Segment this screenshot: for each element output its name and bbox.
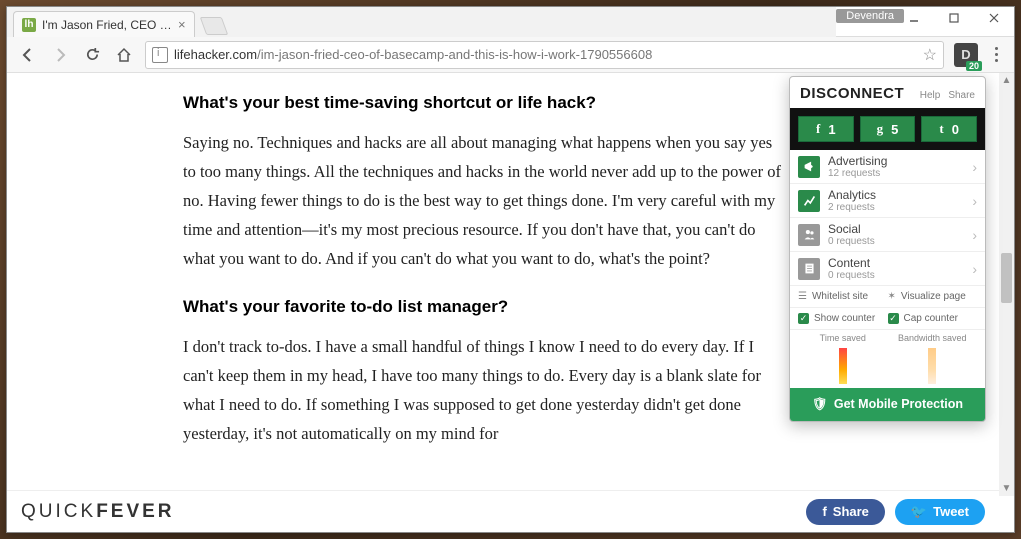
window-controls (894, 7, 1014, 29)
category-advertising[interactable]: Advertising12 requests › (790, 150, 985, 184)
close-button[interactable] (974, 7, 1014, 29)
toolbar: lifehacker.com/im-jason-fried-ceo-of-bas… (7, 37, 1014, 73)
facebook-tracker-chip[interactable]: f1 (798, 116, 854, 142)
show-counter-toggle[interactable]: ✓Show counter (798, 313, 888, 324)
bottom-bar: QUICKFEVER fShare 🐦Tweet (7, 490, 999, 532)
google-icon: g (877, 121, 884, 137)
twitter-icon: t (939, 121, 943, 137)
url-text: lifehacker.com/im-jason-fried-ceo-of-bas… (174, 47, 652, 62)
disconnect-popup: DISCONNECT Help Share f1 g5 t0 Advertisi… (789, 76, 986, 422)
extension-letter: D (961, 47, 970, 62)
article-heading-1: What's your best time-saving shortcut or… (183, 93, 787, 113)
facebook-icon: f (816, 121, 820, 137)
bandwidth-saved-bar (928, 348, 936, 384)
checkbox-checked-icon: ✓ (798, 313, 809, 324)
category-content[interactable]: Content0 requests › (790, 252, 985, 286)
popup-title: DISCONNECT (800, 85, 904, 102)
popup-help-link[interactable]: Help (920, 90, 941, 101)
popup-header: DISCONNECT Help Share (790, 77, 985, 108)
megaphone-icon (798, 156, 820, 178)
page-viewport: What's your best time-saving shortcut or… (7, 73, 1014, 532)
extension-badge: 20 (966, 61, 982, 71)
bookmark-star-icon[interactable]: ☆ (923, 45, 937, 65)
chevron-right-icon: › (972, 261, 977, 277)
site-brand: QUICKFEVER (21, 501, 175, 523)
graph-icon: ✶ (888, 291, 896, 302)
tab-strip: lh I'm Jason Fried, CEO of B × (7, 7, 836, 37)
browser-window: lh I'm Jason Fried, CEO of B × Devendra … (6, 6, 1015, 533)
forward-button[interactable] (45, 40, 75, 70)
back-button[interactable] (13, 40, 43, 70)
article-paragraph-2: I don't track to-dos. I have a small han… (183, 333, 787, 449)
browser-tab[interactable]: lh I'm Jason Fried, CEO of B × (13, 11, 195, 37)
article-paragraph-1: Saying no. Techniques and hacks are all … (183, 129, 787, 273)
titlebar: lh I'm Jason Fried, CEO of B × Devendra (7, 7, 1014, 37)
tab-favicon: lh (22, 18, 36, 32)
article-content: What's your best time-saving shortcut or… (7, 73, 787, 532)
disconnect-extension-button[interactable]: D 20 (954, 43, 978, 67)
popup-social-row: f1 g5 t0 (790, 108, 985, 150)
people-icon (798, 224, 820, 246)
scrollbar[interactable]: ▲ ▼ (999, 73, 1014, 496)
google-tracker-chip[interactable]: g5 (860, 116, 916, 142)
scroll-up-icon[interactable]: ▲ (999, 73, 1014, 88)
savings-row: Time saved Bandwidth saved (790, 330, 985, 388)
chevron-right-icon: › (972, 193, 977, 209)
scrollbar-thumb[interactable] (1001, 253, 1012, 303)
visualize-page-button[interactable]: ✶Visualize page (888, 291, 978, 302)
cap-counter-toggle[interactable]: ✓Cap counter (888, 313, 978, 324)
whitelist-site-button[interactable]: ☰Whitelist site (798, 291, 888, 302)
site-info-icon[interactable] (152, 47, 168, 63)
checkbox-checked-icon: ✓ (888, 313, 899, 324)
twitter-tracker-chip[interactable]: t0 (921, 116, 977, 142)
shield-icon: 🛡 (812, 397, 828, 412)
twitter-icon: 🐦 (911, 504, 927, 520)
share-buttons: fShare 🐦Tweet (806, 499, 985, 525)
category-analytics[interactable]: Analytics2 requests › (790, 184, 985, 218)
maximize-button[interactable] (934, 7, 974, 29)
reload-button[interactable] (77, 40, 107, 70)
twitter-tweet-button[interactable]: 🐦Tweet (895, 499, 985, 525)
chevron-right-icon: › (972, 159, 977, 175)
scroll-down-icon[interactable]: ▼ (999, 481, 1014, 496)
options-row-2: ✓Show counter ✓Cap counter (790, 308, 985, 330)
category-social[interactable]: Social0 requests › (790, 218, 985, 252)
facebook-icon: f (822, 504, 826, 519)
get-mobile-protection-button[interactable]: 🛡Get Mobile Protection (790, 388, 985, 421)
list-icon: ☰ (798, 291, 807, 302)
tab-close-icon[interactable]: × (178, 17, 186, 32)
bandwidth-saved-column: Bandwidth saved (888, 334, 978, 386)
time-saved-bar (839, 348, 847, 384)
time-saved-column: Time saved (798, 334, 888, 386)
minimize-button[interactable] (894, 7, 934, 29)
home-button[interactable] (109, 40, 139, 70)
category-list: Advertising12 requests › Analytics2 requ… (790, 150, 985, 286)
document-icon (798, 258, 820, 280)
chart-icon (798, 190, 820, 212)
facebook-share-button[interactable]: fShare (806, 499, 884, 525)
options-row-1: ☰Whitelist site ✶Visualize page (790, 286, 985, 308)
popup-share-link[interactable]: Share (948, 90, 975, 101)
article-heading-2: What's your favorite to-do list manager? (183, 297, 787, 317)
chrome-menu-button[interactable] (984, 47, 1008, 62)
chevron-right-icon: › (972, 227, 977, 243)
address-bar[interactable]: lifehacker.com/im-jason-fried-ceo-of-bas… (145, 41, 944, 69)
new-tab-button[interactable] (199, 17, 228, 35)
tab-title: I'm Jason Fried, CEO of B (42, 18, 172, 32)
